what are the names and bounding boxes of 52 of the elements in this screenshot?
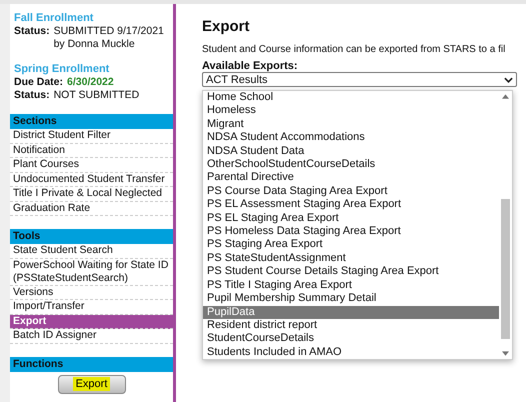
description-text: Student and Course information can be exported from STARS to a fil	[202, 44, 506, 55]
field-label: Available Exports:	[202, 60, 299, 72]
dropdown-option[interactable]: PS StateStudentAssignment	[203, 252, 499, 266]
sidebar-item[interactable]: Export	[10, 314, 173, 329]
field-label: Status:	[14, 89, 50, 102]
dropdown-option[interactable]: Homeless	[203, 104, 499, 118]
chevron-down-icon	[504, 76, 513, 82]
dropdown-option[interactable]: PS Homeless Data Staging Area Export	[203, 225, 499, 238]
dropdown-option[interactable]: PS EL Assessment Staging Area Export	[203, 198, 499, 212]
page-title: Export	[202, 18, 251, 35]
dropdown-option[interactable]: PS Title I Staging Area Export	[203, 278, 499, 292]
section-header: Functions	[10, 356, 173, 372]
dropdown-option[interactable]: StudentCourseDetails	[203, 332, 499, 346]
enrollment-title: Spring Enrollment	[14, 63, 110, 76]
sidebar-item[interactable]: Versions	[10, 286, 173, 300]
options-list[interactable]	[202, 90, 513, 360]
dropdown-option[interactable]: PS Student Course Details Staging Area Export	[203, 265, 499, 279]
field-value: by Donna Muckle	[54, 38, 136, 51]
dropdown-option[interactable]: Resident district report	[203, 318, 499, 332]
sidebar-item[interactable]: Batch ID Assigner	[10, 329, 173, 344]
section-header: Tools	[10, 229, 173, 244]
field-value: NOT SUBMITTED	[54, 89, 140, 102]
field-value: 6/30/2022	[67, 76, 114, 89]
sidebar-item[interactable]: Plant Courses	[10, 158, 173, 172]
dropdown-option[interactable]: NDSA Student Accommodations	[203, 131, 499, 145]
field-label: Status:	[14, 25, 50, 39]
sidebar-item[interactable]: District Student Filter	[10, 129, 173, 144]
dropdown-option[interactable]: Students Included in AMAO	[203, 346, 499, 360]
sidebar-item[interactable]: State Student Search	[10, 244, 173, 258]
dropdown-option[interactable]: Pupil Membership Summary Detail	[203, 292, 499, 306]
dropdown-option[interactable]: PS Staging Area Export	[203, 238, 499, 252]
field-value: SUBMITTED 9/17/2021	[54, 25, 164, 38]
sidebar-item[interactable]: Title I Private & Local Neglected	[10, 187, 173, 202]
sidebar-item[interactable]: Graduation Rate	[10, 202, 173, 216]
exports-dropdown[interactable]: ACT Results	[202, 72, 517, 87]
dropdown-option[interactable]: NDSA Student Data	[203, 144, 499, 158]
sidebar-item[interactable]: Undocumented Student Transfer	[10, 172, 173, 187]
enrollment-title: Fall Enrollment	[14, 12, 94, 25]
field-label: Due Date:	[14, 76, 64, 89]
sidebar-item[interactable]: Notification	[10, 144, 173, 158]
dropdown-option[interactable]: Parental Directive	[203, 171, 499, 185]
sidebar-item[interactable]: PowerSchool Waiting for State ID (PSStateStudentSearch)	[10, 258, 173, 286]
scroll-up-icon[interactable]	[502, 94, 509, 99]
dropdown-option[interactable]: Home School	[203, 91, 499, 104]
dropdown-option[interactable]: Migrant	[203, 118, 499, 132]
section-header: Sections	[10, 114, 173, 129]
export-button[interactable]: Export	[58, 374, 126, 394]
dropdown-option[interactable]: PS Course Data Staging Area Export	[203, 184, 499, 198]
dropdown-option[interactable]: PS EL Staging Area Export	[203, 212, 499, 226]
dropdown-option[interactable]: OtherSchoolStudentCourseDetails	[203, 158, 499, 172]
dropdown-option[interactable]: PupilData	[203, 306, 499, 319]
scroll-down-icon[interactable]	[502, 351, 509, 356]
